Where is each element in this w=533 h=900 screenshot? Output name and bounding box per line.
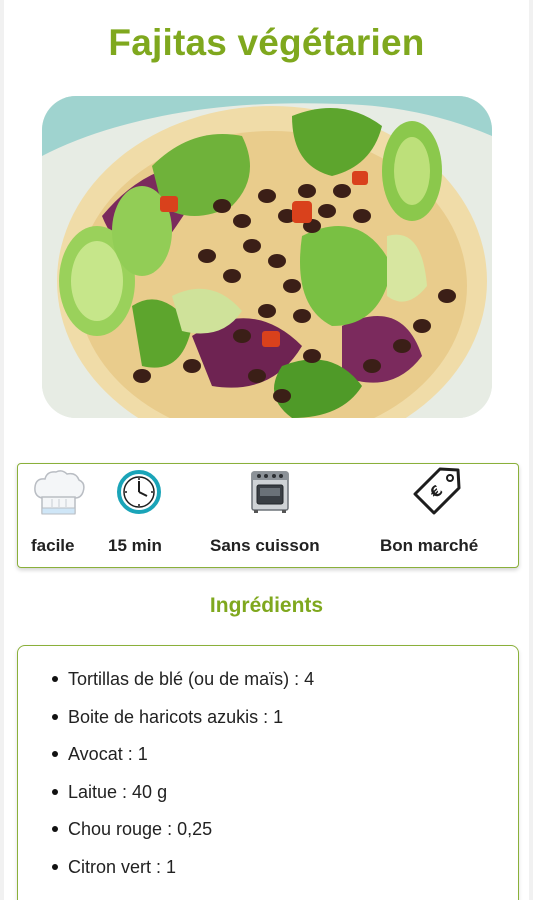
ingredients-title: Ingrédients	[209, 594, 324, 617]
cooking-info: Sans cuisson	[208, 464, 338, 569]
oven-icon	[250, 470, 290, 519]
chef-hat-icon	[32, 470, 86, 523]
time-label: 15 min	[108, 536, 162, 555]
fajita-illustration	[42, 96, 492, 418]
recipe-title: Fajitas végétarien	[108, 22, 425, 63]
page-edge-right	[529, 0, 533, 900]
recipe-page: Fajitas végétarien facile 15 min Sans cu…	[0, 0, 533, 900]
recipe-photo[interactable]	[42, 96, 492, 418]
cost-info: € Bon marché	[378, 464, 498, 569]
clock-icon	[116, 469, 162, 520]
ingredient-item: Avocat : 1	[51, 741, 314, 779]
difficulty-info: facile	[28, 464, 88, 569]
difficulty-label: facile	[31, 536, 75, 555]
ingredient-item: Citron vert : 1	[51, 854, 314, 892]
ingredient-item: Boite de haricots azukis : 1	[51, 704, 314, 742]
ingredients-list: Tortillas de blé (ou de maïs) : 4 Boite …	[51, 666, 314, 892]
recipe-info-box: facile 15 min Sans cuisson € Bon marché	[17, 463, 519, 568]
price-tag-icon: €	[412, 466, 462, 521]
ingredient-item: Tortillas de blé (ou de maïs) : 4	[51, 666, 314, 704]
cooking-label: Sans cuisson	[210, 536, 320, 555]
time-info: 15 min	[108, 464, 178, 569]
ingredient-item: Chou rouge : 0,25	[51, 816, 314, 854]
ingredient-item: Laitue : 40 g	[51, 779, 314, 817]
ingredients-box: Tortillas de blé (ou de maïs) : 4 Boite …	[17, 645, 519, 900]
cost-label: Bon marché	[380, 536, 479, 555]
page-edge-left	[0, 0, 4, 900]
